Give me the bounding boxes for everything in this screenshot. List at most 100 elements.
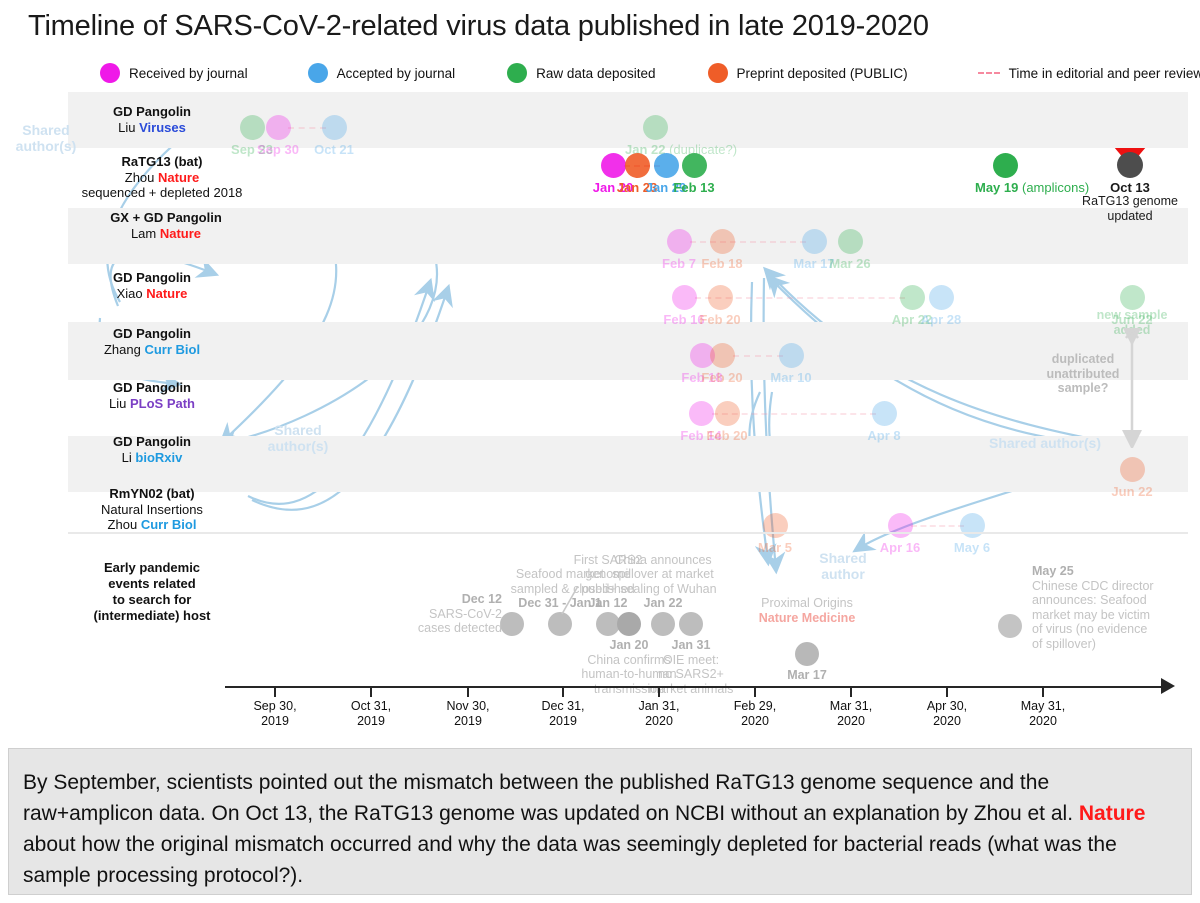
data-point-accepted[interactable] bbox=[778, 342, 804, 368]
axis-tick-2 bbox=[467, 688, 469, 697]
row-journal: Curr Biol bbox=[140, 517, 197, 532]
legend-item-2: Raw data deposited bbox=[507, 63, 656, 83]
event-text: OIE meet: no SARS2+ market animals bbox=[648, 652, 734, 696]
axis-tick-1 bbox=[370, 688, 372, 697]
duplicated-sample-double-arrow-icon bbox=[1122, 328, 1142, 448]
event-text: Proximal Origins bbox=[761, 596, 853, 610]
data-point-label: Mar 10 bbox=[770, 370, 812, 385]
legend-item-3: Preprint deposited (PUBLIC) bbox=[707, 63, 908, 83]
shared-author-label-mid: Shared author(s) bbox=[267, 422, 329, 454]
event-label-jan22-spillover: China announces spillover at market + se… bbox=[583, 553, 743, 611]
data-point-preprint[interactable] bbox=[714, 400, 740, 426]
legend-dot-icon bbox=[707, 63, 728, 83]
axis-tick-label-4: Jan 31, 2020 bbox=[638, 699, 680, 728]
axis-tick-label-0: Sep 30, 2019 bbox=[253, 699, 297, 728]
event-date-proximal-origins: Mar 17 bbox=[747, 668, 867, 683]
review-dash-line bbox=[911, 525, 964, 527]
caption-text: By September, scientists pointed out the… bbox=[9, 749, 1191, 891]
event-text: Chinese CDC director announces: Seafood … bbox=[1032, 578, 1154, 651]
timeline-infographic: Timeline of SARS-CoV-2-related virus dat… bbox=[0, 0, 1200, 903]
event-dot-jan22-spillover[interactable] bbox=[651, 612, 675, 636]
axis-tick-label-3: Dec 31, 2019 bbox=[541, 699, 585, 728]
row-author: Zhang bbox=[103, 341, 141, 357]
axis-tick-7 bbox=[946, 688, 948, 697]
event-label-may25-cdc: May 25 Chinese CDC director announces: Se… bbox=[1032, 564, 1200, 651]
row-journal: PLoS Path bbox=[129, 395, 195, 411]
data-point-accepted[interactable] bbox=[871, 400, 897, 426]
early-pandemic-events-label: Early pandemic events related to search … bbox=[93, 560, 211, 623]
axis-tick-label-5: Feb 29, 2020 bbox=[733, 699, 777, 728]
legend-dash-icon bbox=[977, 72, 1000, 74]
data-point-preprint[interactable] bbox=[1119, 456, 1145, 482]
axis-tick-8 bbox=[1042, 688, 1044, 697]
axis-tick-label-6: Mar 31, 2020 bbox=[829, 699, 873, 728]
event-date: Jan 22 bbox=[643, 596, 683, 610]
row-journal: bioRxiv bbox=[135, 449, 183, 465]
caption-part2: about how the original mismatch occurred… bbox=[23, 833, 1117, 887]
event-text: SARS-CoV-2 cases detected bbox=[417, 606, 502, 636]
row-virus: GD Pangolin bbox=[113, 434, 191, 449]
caption-journal: Nature bbox=[1078, 802, 1146, 825]
row-label-li-biorxiv: GD Pangolin Li bioRxiv bbox=[32, 434, 272, 465]
data-point-label: Apr 8 bbox=[867, 428, 901, 443]
legend-label: Preprint deposited (PUBLIC) bbox=[736, 65, 908, 81]
data-point-label: Feb 20 bbox=[701, 370, 743, 385]
legend-label: Received by journal bbox=[129, 65, 248, 81]
event-dot-proximal-origins[interactable] bbox=[795, 642, 819, 666]
legend: Received by journal Accepted by journal Ra… bbox=[100, 60, 1200, 86]
data-point-received[interactable] bbox=[688, 400, 714, 426]
row-author: Zhou bbox=[107, 517, 138, 532]
timeline-plot: GD Pangolin Liu Viruses Sep 23 Sep 30 Oct 21… bbox=[0, 92, 1200, 732]
data-point-label: Jun 22 bbox=[1111, 484, 1153, 499]
row-author: Li bbox=[121, 449, 132, 465]
shared-author-label-bottom: Shared author bbox=[819, 550, 867, 582]
caption-box: By September, scientists pointed out the… bbox=[8, 748, 1192, 895]
axis-tick-3 bbox=[562, 688, 564, 697]
legend-label: Raw data deposited bbox=[536, 65, 656, 81]
axis-tick-0 bbox=[274, 688, 276, 697]
row-virus: RmYN02 (bat) bbox=[109, 486, 195, 501]
row-author: Liu bbox=[109, 395, 127, 411]
event-date: Mar 17 bbox=[787, 668, 827, 682]
legend-dot-icon bbox=[307, 63, 328, 83]
seafood-market-leader-line bbox=[561, 586, 579, 615]
review-dash-line bbox=[733, 355, 783, 357]
event-text: China announces spillover at market + se… bbox=[609, 552, 717, 596]
axis-tick-label-7: Apr 30, 2020 bbox=[926, 699, 968, 728]
time-axis-line bbox=[225, 686, 1165, 688]
page-title: Timeline of SARS-CoV-2-related virus dat… bbox=[28, 10, 929, 42]
early-pandemic-events bbox=[0, 92, 1200, 332]
legend-item-0: Received by journal bbox=[100, 63, 248, 83]
data-point-label: Feb 20 bbox=[706, 428, 748, 443]
event-journal: Nature Medicine bbox=[758, 610, 856, 625]
axis-tick-label-1: Oct 31, 2019 bbox=[350, 699, 392, 728]
event-dot-jan31-oie[interactable] bbox=[679, 612, 703, 636]
row-label-liu-plospath: GD Pangolin Liu PLoS Path bbox=[32, 380, 272, 411]
event-dot-may25-cdc[interactable] bbox=[998, 614, 1022, 638]
legend-dot-icon bbox=[100, 63, 120, 83]
axis-tick-5 bbox=[754, 688, 756, 697]
time-axis-arrow-icon bbox=[1161, 678, 1175, 694]
event-date: Jan 31 bbox=[671, 638, 711, 652]
shared-author-label-right: Shared author(s) bbox=[988, 435, 1101, 451]
axis-tick-label-2: Nov 30, 2019 bbox=[446, 699, 490, 728]
data-point-label: May 6 bbox=[953, 540, 991, 555]
legend-dot-icon bbox=[507, 63, 528, 83]
legend-item-4: Time in editorial and peer review bbox=[977, 66, 1200, 81]
axis-tick-6 bbox=[850, 688, 852, 697]
event-dot-dec12[interactable] bbox=[500, 612, 524, 636]
event-label-proximal-origins: Proximal Origins Nature Medicine bbox=[722, 596, 892, 625]
legend-label: Accepted by journal bbox=[336, 65, 456, 81]
row-virus: GD Pangolin bbox=[113, 380, 191, 395]
event-date: May 25 bbox=[1032, 564, 1074, 578]
row-sub: Natural Insertions bbox=[101, 501, 203, 517]
caption-part1: By September, scientists pointed out the… bbox=[23, 771, 1079, 825]
row-label-zhou-rmyn02: RmYN02 (bat) Natural Insertions Zhou Curr … bbox=[32, 486, 272, 533]
axis-tick-label-8: May 31, 2020 bbox=[1020, 699, 1066, 728]
row-journal: Curr Biol bbox=[144, 341, 201, 357]
legend-item-1: Accepted by journal bbox=[307, 63, 456, 83]
events-separator bbox=[68, 532, 1188, 534]
axis-tick-4 bbox=[658, 688, 660, 697]
data-point-preprint[interactable] bbox=[709, 342, 735, 368]
event-dot-jan20-h2h[interactable] bbox=[617, 612, 641, 636]
